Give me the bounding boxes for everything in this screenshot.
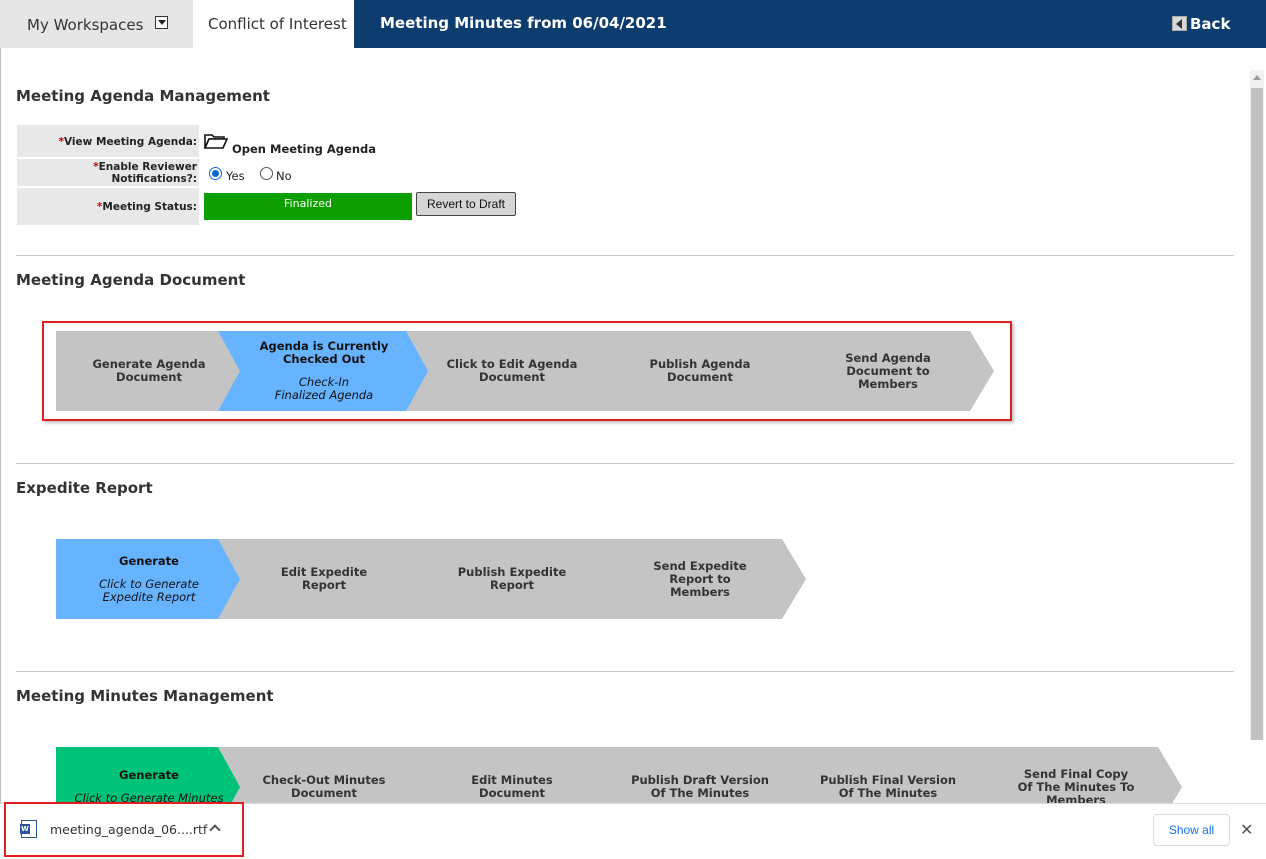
my-workspaces-menu[interactable]: My Workspaces — [0, 0, 193, 48]
step-send-expedite[interactable]: Send Expedite Report to Members — [594, 539, 806, 619]
tab-conflict-of-interest[interactable]: Conflict of Interest — [193, 0, 354, 48]
dropdown-arrow-icon[interactable] — [155, 16, 168, 29]
click-to-generate-expedite-link[interactable]: Click to Generate Expedite Report — [99, 578, 199, 604]
notifications-yes-radio[interactable] — [209, 167, 222, 180]
show-all-button[interactable]: Show all — [1153, 814, 1230, 846]
meeting-status-label: *Meeting Status: — [17, 188, 199, 225]
my-workspaces-label: My Workspaces — [27, 16, 144, 34]
folder-open-icon[interactable] — [204, 133, 228, 149]
open-meeting-agenda-link[interactable]: Open Meeting Agenda — [232, 142, 376, 156]
step-publish-expedite[interactable]: Publish Expedite Report — [406, 539, 618, 619]
back-arrow-icon — [1172, 16, 1187, 31]
close-icon[interactable]: ✕ — [1240, 820, 1253, 839]
minutes-management-title: Meeting Minutes Management — [16, 687, 274, 705]
step-generate-agenda[interactable]: Generate Agenda Document — [56, 331, 242, 411]
meeting-status-badge: Finalized — [204, 193, 412, 220]
content-left-border — [0, 48, 1, 808]
scrollbar-thumb[interactable] — [1251, 88, 1263, 740]
step-publish-agenda[interactable]: Publish Agenda Document — [594, 331, 806, 411]
highlight-box — [4, 802, 244, 857]
notifications-no-radio[interactable] — [260, 167, 273, 180]
step-generate-expedite[interactable]: Generate Click to Generate Expedite Repo… — [56, 539, 242, 619]
check-in-finalized-agenda-link[interactable]: Check-In Finalized Agenda — [275, 376, 373, 402]
step-edit-expedite[interactable]: Edit Expedite Report — [218, 539, 430, 619]
section-divider — [16, 255, 1234, 256]
revert-to-draft-button[interactable]: Revert to Draft — [416, 192, 516, 216]
step-agenda-checked-out[interactable]: Agenda is Currently Checked Out Check-In… — [218, 331, 430, 411]
tab-conflict-of-interest-label: Conflict of Interest — [208, 15, 347, 33]
expedite-report-title: Expedite Report — [16, 479, 153, 497]
notifications-yes-label: Yes — [226, 169, 245, 183]
notifications-no-label: No — [276, 169, 292, 183]
step-edit-agenda[interactable]: Click to Edit Agenda Document — [406, 331, 618, 411]
back-button[interactable]: Back — [1172, 14, 1230, 33]
section-divider — [16, 463, 1234, 464]
scroll-up-arrow-icon[interactable] — [1250, 70, 1264, 86]
section-divider — [16, 671, 1234, 672]
back-label: Back — [1190, 15, 1231, 33]
agenda-management-title: Meeting Agenda Management — [16, 87, 270, 105]
page-title: Meeting Minutes from 06/04/2021 — [380, 14, 667, 32]
agenda-document-title: Meeting Agenda Document — [16, 271, 246, 289]
enable-notifications-label: *Enable Reviewer Notifications?: — [17, 159, 199, 186]
step-send-agenda[interactable]: Send Agenda Document to Members — [782, 331, 994, 411]
view-agenda-label: *View Meeting Agenda: — [17, 125, 199, 157]
